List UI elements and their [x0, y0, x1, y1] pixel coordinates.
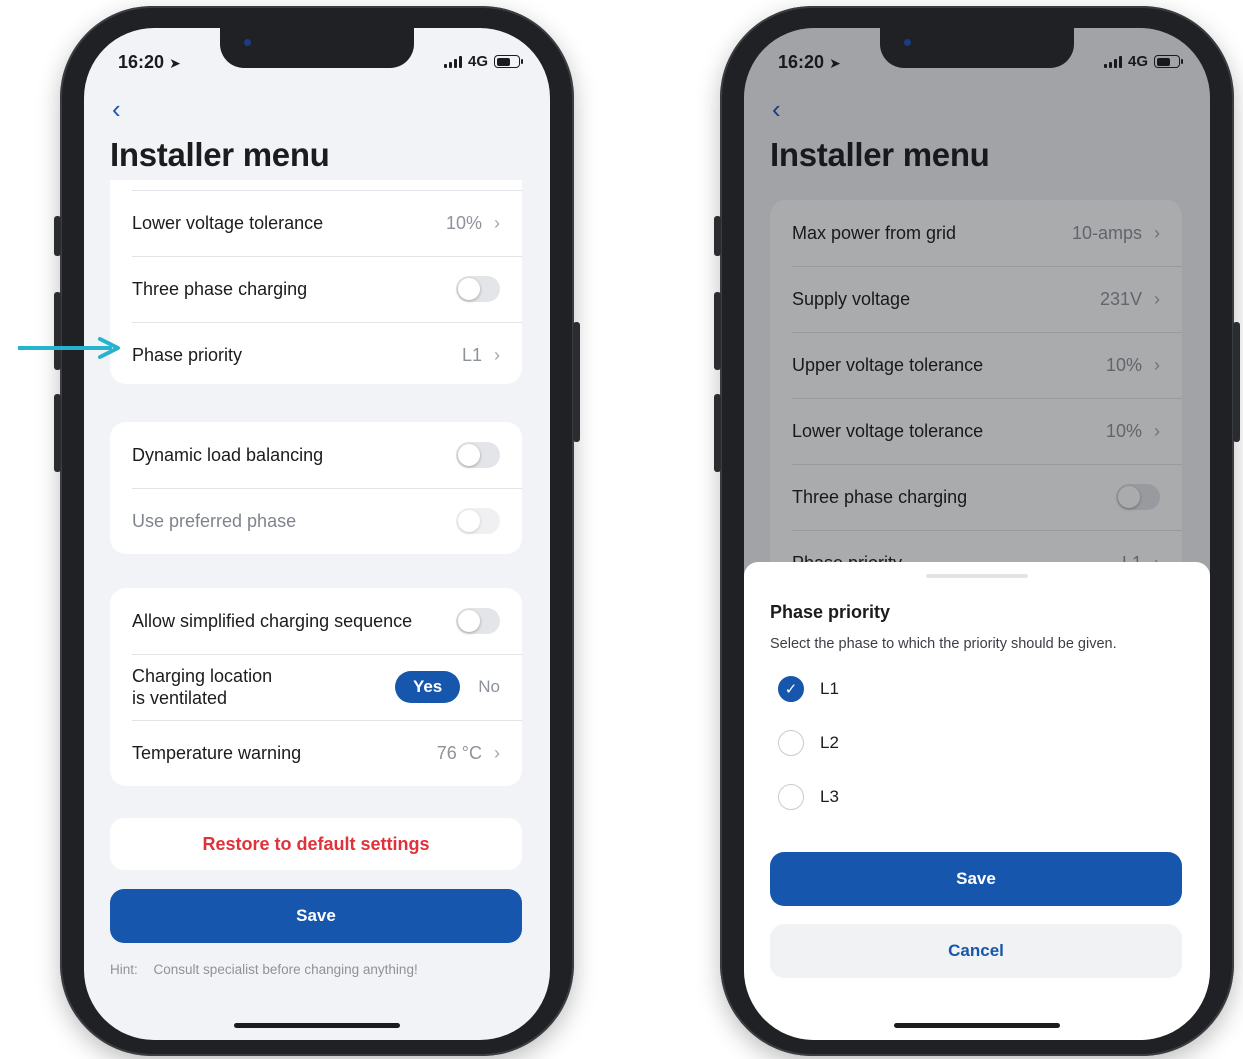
dynamic-load-toggle[interactable]	[456, 442, 500, 468]
row-label: Lower voltage tolerance	[132, 213, 324, 233]
row-label-line-2: is ventilated	[132, 688, 228, 708]
preferred-phase-toggle[interactable]	[456, 508, 500, 534]
screen-right: 16:20 ➤ 4G ‹ Installer menu Max power fr…	[744, 28, 1210, 1040]
phone-right: 16:20 ➤ 4G ‹ Installer menu Max power fr…	[714, 6, 1240, 1056]
option-label: L3	[820, 787, 839, 806]
chevron-right-icon: ›	[494, 344, 500, 365]
row-label-line-1: Charging location	[132, 666, 273, 686]
screen-left: 16:20 ➤ 4G ‹ Installer menu Lower voltag…	[84, 28, 550, 1040]
radio-button[interactable]	[778, 784, 804, 810]
mute-switch	[54, 216, 61, 256]
sheet-save-button[interactable]: Save	[770, 852, 1182, 906]
ventilated-no-button[interactable]: No	[478, 677, 500, 697]
settings-group-3: Allow simplified charging sequence Charg…	[110, 588, 522, 786]
option-label: L2	[820, 733, 839, 752]
row-value: 76 °C	[436, 742, 482, 763]
chevron-right-icon: ›	[494, 742, 500, 763]
status-indicators: 4G	[443, 53, 523, 70]
home-indicator[interactable]	[234, 1023, 400, 1028]
phone-left: 16:20 ➤ 4G ‹ Installer menu Lower voltag…	[54, 6, 580, 1056]
row-value: 10%	[445, 212, 482, 233]
row-label: Use preferred phase	[132, 511, 297, 531]
check-icon[interactable]: ✓	[778, 676, 804, 702]
back-chevron-icon[interactable]: ‹	[112, 96, 121, 122]
row-label: Three phase charging	[132, 279, 308, 299]
mute-switch	[714, 216, 721, 256]
ventilated-yes-button[interactable]: Yes	[394, 671, 461, 703]
row-label: Temperature warning	[132, 743, 302, 763]
row-use-preferred-phase: Use preferred phase	[110, 488, 522, 554]
restore-defaults-button[interactable]: Restore to default settings	[110, 818, 522, 870]
row-lower-voltage-tolerance[interactable]: Lower voltage tolerance 10% ›	[110, 190, 522, 256]
row-label: Dynamic load balancing	[132, 445, 324, 465]
sheet-grabber[interactable]	[926, 574, 1028, 578]
row-cut-off	[110, 180, 522, 190]
sheet-description: Select the phase to which the priority s…	[770, 636, 1117, 652]
three-phase-toggle[interactable]	[456, 276, 500, 302]
power-button	[1233, 322, 1240, 442]
row-three-phase-charging: Three phase charging	[110, 256, 522, 322]
power-button	[573, 322, 580, 442]
row-label: Allow simplified charging sequence	[132, 611, 413, 631]
radio-button[interactable]	[778, 730, 804, 756]
settings-group-1: Lower voltage tolerance 10% › Three phas…	[110, 180, 522, 384]
hint-text: Hint: Consult specialist before changing…	[110, 962, 418, 977]
notch	[220, 28, 414, 68]
row-temperature-warning[interactable]: Temperature warning 76 °C ›	[110, 720, 522, 786]
hint-message: Consult specialist before changing anyth…	[153, 962, 418, 977]
battery-icon	[494, 55, 523, 68]
ventilated-segmented-control: Yes No	[394, 671, 500, 703]
phase-priority-sheet: Phase priority Select the phase to which…	[744, 562, 1210, 1040]
volume-up-button	[714, 292, 721, 370]
page-title: Installer menu	[110, 136, 330, 173]
row-charging-location-ventilated: Charging location is ventilated Yes No	[110, 654, 522, 720]
hint-label: Hint:	[110, 962, 138, 977]
home-indicator[interactable]	[894, 1023, 1060, 1028]
status-time: 16:20 ➤	[118, 52, 181, 72]
row-label: Charging location is ventilated	[132, 665, 395, 709]
notch	[880, 28, 1074, 68]
chevron-right-icon: ›	[494, 212, 500, 233]
save-button[interactable]: Save	[110, 889, 522, 943]
volume-down-button	[54, 394, 61, 472]
option-label: L1	[820, 679, 839, 698]
sheet-cancel-button[interactable]: Cancel	[770, 924, 1182, 978]
location-arrow-icon: ➤	[169, 55, 181, 71]
pointer-arrow-icon	[18, 337, 120, 359]
sheet-title: Phase priority	[770, 602, 891, 622]
option-l1[interactable]: ✓ L1	[778, 676, 839, 702]
settings-group-2: Dynamic load balancing Use preferred pha…	[110, 422, 522, 554]
network-label: 4G	[467, 53, 488, 70]
option-l2[interactable]: L2	[778, 730, 839, 756]
volume-down-button	[714, 394, 721, 472]
simplified-charging-toggle[interactable]	[456, 608, 500, 634]
row-phase-priority[interactable]: Phase priority L1 ›	[110, 322, 522, 388]
row-simplified-charging: Allow simplified charging sequence	[110, 588, 522, 654]
row-value: L1	[461, 344, 482, 365]
option-l3[interactable]: L3	[778, 784, 839, 810]
row-dynamic-load-balancing: Dynamic load balancing	[110, 422, 522, 488]
signal-icon	[443, 55, 462, 68]
row-label: Phase priority	[132, 345, 243, 365]
